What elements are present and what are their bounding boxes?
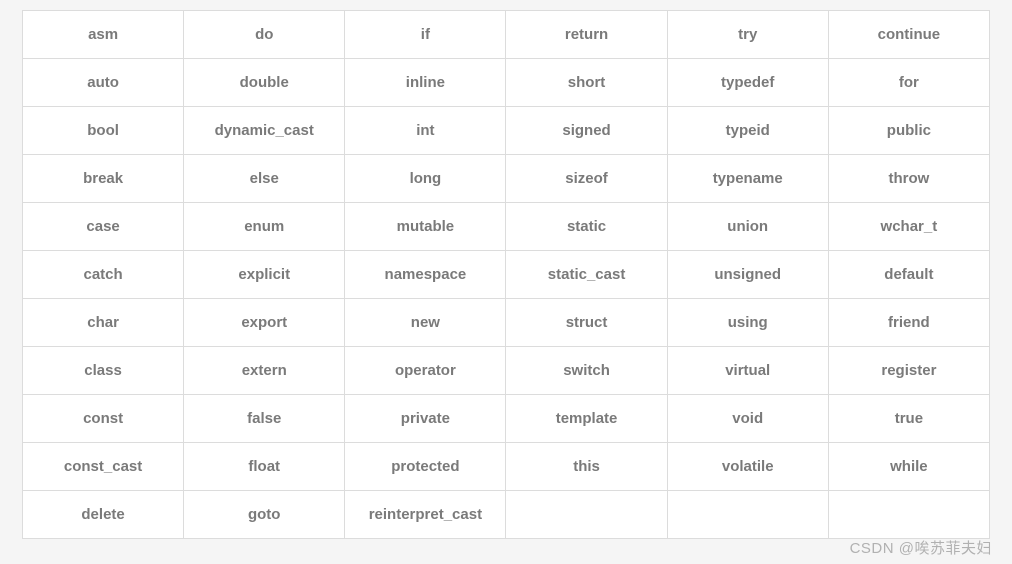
keyword-cell bbox=[667, 491, 828, 539]
table-row: asm do if return try continue bbox=[23, 11, 990, 59]
keyword-cell: short bbox=[506, 59, 667, 107]
table-row: char export new struct using friend bbox=[23, 299, 990, 347]
keyword-cell: signed bbox=[506, 107, 667, 155]
table-row: auto double inline short typedef for bbox=[23, 59, 990, 107]
table-row: case enum mutable static union wchar_t bbox=[23, 203, 990, 251]
keyword-cell: static_cast bbox=[506, 251, 667, 299]
keyword-cell: long bbox=[345, 155, 506, 203]
keyword-cell: this bbox=[506, 443, 667, 491]
table-row: delete goto reinterpret_cast bbox=[23, 491, 990, 539]
keyword-cell: true bbox=[828, 395, 989, 443]
keyword-cell: dynamic_cast bbox=[184, 107, 345, 155]
keyword-cell: break bbox=[23, 155, 184, 203]
keyword-cell: mutable bbox=[345, 203, 506, 251]
keyword-cell: case bbox=[23, 203, 184, 251]
keyword-cell: throw bbox=[828, 155, 989, 203]
keywords-tbody: asm do if return try continue auto doubl… bbox=[23, 11, 990, 539]
keyword-cell: union bbox=[667, 203, 828, 251]
keyword-cell: double bbox=[184, 59, 345, 107]
keyword-cell: extern bbox=[184, 347, 345, 395]
keyword-cell: virtual bbox=[667, 347, 828, 395]
keyword-cell: asm bbox=[23, 11, 184, 59]
keyword-cell: const_cast bbox=[23, 443, 184, 491]
keyword-cell: typeid bbox=[667, 107, 828, 155]
keyword-cell bbox=[506, 491, 667, 539]
keyword-cell: enum bbox=[184, 203, 345, 251]
keyword-cell: sizeof bbox=[506, 155, 667, 203]
keyword-cell: new bbox=[345, 299, 506, 347]
keyword-cell: try bbox=[667, 11, 828, 59]
keyword-cell: template bbox=[506, 395, 667, 443]
keyword-cell: export bbox=[184, 299, 345, 347]
keyword-cell: inline bbox=[345, 59, 506, 107]
table-row: break else long sizeof typename throw bbox=[23, 155, 990, 203]
table-row: class extern operator switch virtual reg… bbox=[23, 347, 990, 395]
keyword-cell: protected bbox=[345, 443, 506, 491]
keyword-cell: class bbox=[23, 347, 184, 395]
keyword-cell: wchar_t bbox=[828, 203, 989, 251]
keyword-cell: public bbox=[828, 107, 989, 155]
keyword-cell: typedef bbox=[667, 59, 828, 107]
keyword-cell: struct bbox=[506, 299, 667, 347]
keyword-cell bbox=[828, 491, 989, 539]
keyword-cell: private bbox=[345, 395, 506, 443]
table-row: const false private template void true bbox=[23, 395, 990, 443]
keyword-cell: continue bbox=[828, 11, 989, 59]
keyword-cell: using bbox=[667, 299, 828, 347]
keyword-cell: else bbox=[184, 155, 345, 203]
keyword-cell: register bbox=[828, 347, 989, 395]
keyword-cell: delete bbox=[23, 491, 184, 539]
keyword-cell: goto bbox=[184, 491, 345, 539]
keyword-cell: static bbox=[506, 203, 667, 251]
keyword-cell: catch bbox=[23, 251, 184, 299]
keyword-cell: char bbox=[23, 299, 184, 347]
keyword-cell: unsigned bbox=[667, 251, 828, 299]
keywords-table: asm do if return try continue auto doubl… bbox=[22, 10, 990, 539]
keyword-cell: if bbox=[345, 11, 506, 59]
keyword-cell: false bbox=[184, 395, 345, 443]
keyword-cell: while bbox=[828, 443, 989, 491]
keyword-cell: typename bbox=[667, 155, 828, 203]
keyword-cell: do bbox=[184, 11, 345, 59]
keyword-cell: operator bbox=[345, 347, 506, 395]
keyword-cell: float bbox=[184, 443, 345, 491]
keyword-cell: namespace bbox=[345, 251, 506, 299]
keyword-cell: switch bbox=[506, 347, 667, 395]
keyword-cell: default bbox=[828, 251, 989, 299]
keyword-cell: return bbox=[506, 11, 667, 59]
keyword-cell: void bbox=[667, 395, 828, 443]
keyword-cell: volatile bbox=[667, 443, 828, 491]
keyword-cell: const bbox=[23, 395, 184, 443]
watermark-text: CSDN @唉苏菲夫妇 bbox=[850, 537, 992, 558]
keyword-cell: friend bbox=[828, 299, 989, 347]
keyword-cell: reinterpret_cast bbox=[345, 491, 506, 539]
keyword-cell: for bbox=[828, 59, 989, 107]
table-row: const_cast float protected this volatile… bbox=[23, 443, 990, 491]
keyword-cell: explicit bbox=[184, 251, 345, 299]
table-row: bool dynamic_cast int signed typeid publ… bbox=[23, 107, 990, 155]
keyword-cell: int bbox=[345, 107, 506, 155]
keyword-cell: auto bbox=[23, 59, 184, 107]
table-row: catch explicit namespace static_cast uns… bbox=[23, 251, 990, 299]
keyword-cell: bool bbox=[23, 107, 184, 155]
